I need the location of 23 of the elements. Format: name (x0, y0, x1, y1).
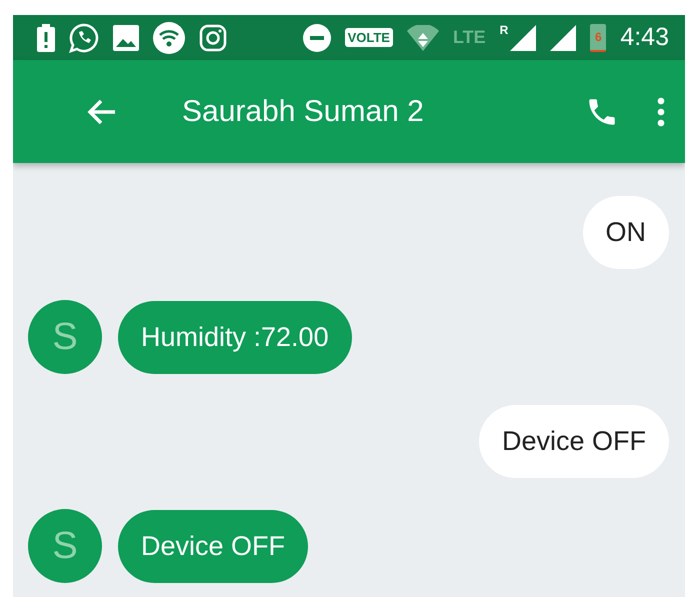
signal-icon (550, 24, 576, 50)
received-message: Device OFF (118, 510, 308, 582)
volte-label: VOLTE (344, 28, 393, 47)
roaming-label: R (500, 23, 508, 37)
network-label: LTE (452, 27, 486, 48)
received-message: Humidity :72.00 (118, 300, 352, 374)
back-button[interactable] (87, 98, 117, 126)
wifi-icon (153, 22, 185, 54)
contact-avatar: S (28, 509, 102, 583)
wifi-signal-icon (406, 24, 439, 50)
do-not-disturb-icon (302, 24, 331, 52)
contact-avatar: S (28, 300, 102, 374)
signal-icon (510, 24, 536, 50)
alert-icon (37, 24, 55, 52)
image-icon (113, 24, 139, 50)
sent-message: ON (582, 196, 669, 269)
contact-name: Saurabh Suman 2 (182, 94, 425, 128)
battery-icon: 6 (590, 24, 606, 52)
chat-icon (69, 22, 99, 52)
camera-icon (199, 24, 227, 52)
more-options-button[interactable] (657, 96, 665, 126)
sent-message: Device OFF (478, 405, 669, 478)
clock: 4:43 (620, 23, 669, 52)
